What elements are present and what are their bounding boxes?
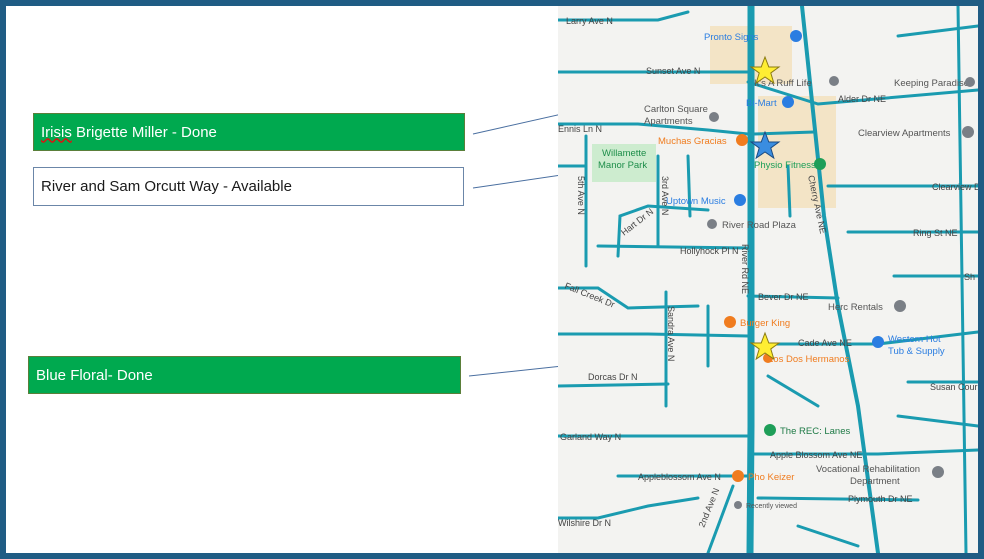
street-label-larry: Larry Ave N <box>566 16 613 26</box>
place-willamette-2: Manor Park <box>598 160 647 171</box>
minor-road-1 <box>686 154 692 218</box>
rec-lanes-icon <box>764 424 776 436</box>
carlton-pin-icon <box>709 112 719 122</box>
pronto-signs-icon <box>790 30 802 42</box>
street-label-plymouth: Plymouth Dr NE <box>848 494 913 504</box>
burger-king-icon <box>724 316 736 328</box>
commercial-access-road <box>752 130 816 136</box>
place-burger-king: Burger King <box>740 318 790 329</box>
place-keeping-paradise: Keeping Paradise <box>894 78 969 89</box>
place-physio-fitness: Physio Fitness <box>754 160 816 171</box>
street-label-clearview: Clearview Dr <box>932 182 978 192</box>
pho-keizer-icon <box>732 470 744 482</box>
place-recently-viewed: Recently viewed <box>746 503 797 510</box>
keeping-paradise-pin-icon <box>965 77 975 87</box>
street-label-garland: Garland Way N <box>560 432 621 442</box>
place-ruff-life: It's A Ruff Life <box>754 78 812 89</box>
street-label-hollyhock: Hollyhock Pl N <box>680 246 739 256</box>
place-clearview-apts: Clearview Apartments <box>858 128 951 139</box>
place-pronto-signs: Pronto Signs <box>704 32 759 43</box>
street-label-susan: Susan Cour <box>930 382 978 392</box>
place-vocational-1: Vocational Rehabilitation <box>816 464 920 475</box>
place-rec-lanes: The REC: Lanes <box>780 426 850 437</box>
street-label-sunset: Sunset Ave N <box>646 66 700 76</box>
street-label-dorcas: Dorcas Dr N <box>588 372 638 382</box>
place-willamette-1: Willamette <box>602 148 646 159</box>
place-pho-keizer: Pho Keizer <box>748 472 794 483</box>
ruff-life-pin-icon <box>829 76 839 86</box>
herc-rentals-pin-icon <box>894 300 906 312</box>
place-vocational-2: Department <box>850 476 900 487</box>
street-label-5th: 5th Ave N <box>576 176 586 215</box>
dorcas-dr-n-road <box>558 382 670 388</box>
place-uptown-music: Uptown Music <box>666 196 726 207</box>
street-label-cade: Cade Ave NE <box>798 338 852 348</box>
minor-road-3 <box>786 164 792 218</box>
vocational-pin-icon <box>932 466 944 478</box>
place-los-dos: Los Dos Hermanos <box>768 354 850 365</box>
place-western-hot-1: Western Hot <box>888 334 941 345</box>
river-road-plaza-pin-icon <box>707 219 717 229</box>
street-label-sandra: Sandra Ave N <box>666 306 676 361</box>
street-label-sh: Sh <box>964 272 975 282</box>
clearview-pin-icon <box>962 126 974 138</box>
street-label-ring: Ring St NE <box>913 228 958 238</box>
place-muchas-gracias: Muchas Gracias <box>658 136 727 147</box>
place-carlton-2: Apartments <box>644 116 693 127</box>
street-label-ennis: Ennis Ln N <box>558 124 602 134</box>
place-river-road-plaza: River Road Plaza <box>722 220 797 231</box>
uptown-music-icon <box>734 194 746 206</box>
street-label-wilshire: Wilshire Dr N <box>558 518 611 528</box>
recently-viewed-icon <box>734 501 742 509</box>
place-western-hot-2: Tub & Supply <box>888 346 945 357</box>
slide-canvas: Irisis Brigette Miller - Done River and … <box>6 6 978 553</box>
place-carlton-1: Carlton Square <box>644 104 708 115</box>
place-herc-rentals: Herc Rentals <box>828 302 883 313</box>
western-hot-tub-icon <box>872 336 884 348</box>
place-bimart: Bi-Mart <box>746 98 777 109</box>
street-map[interactable]: Larry Ave N Sunset Ave N Alder Dr NE Enn… <box>558 6 978 553</box>
street-label-bever: Bever Dr NE <box>758 292 809 302</box>
bimart-icon <box>782 96 794 108</box>
physio-fitness-icon <box>814 158 826 170</box>
restaurant-icon <box>736 134 748 146</box>
street-label-river-rd: River Rd NE <box>740 244 750 294</box>
street-label-appleblossom: Appleblossom Ave N <box>638 472 721 482</box>
street-label-alder: Alder Dr NE <box>838 94 886 104</box>
street-label-apple-blossom: Apple Blossom Ave NE <box>770 450 862 460</box>
